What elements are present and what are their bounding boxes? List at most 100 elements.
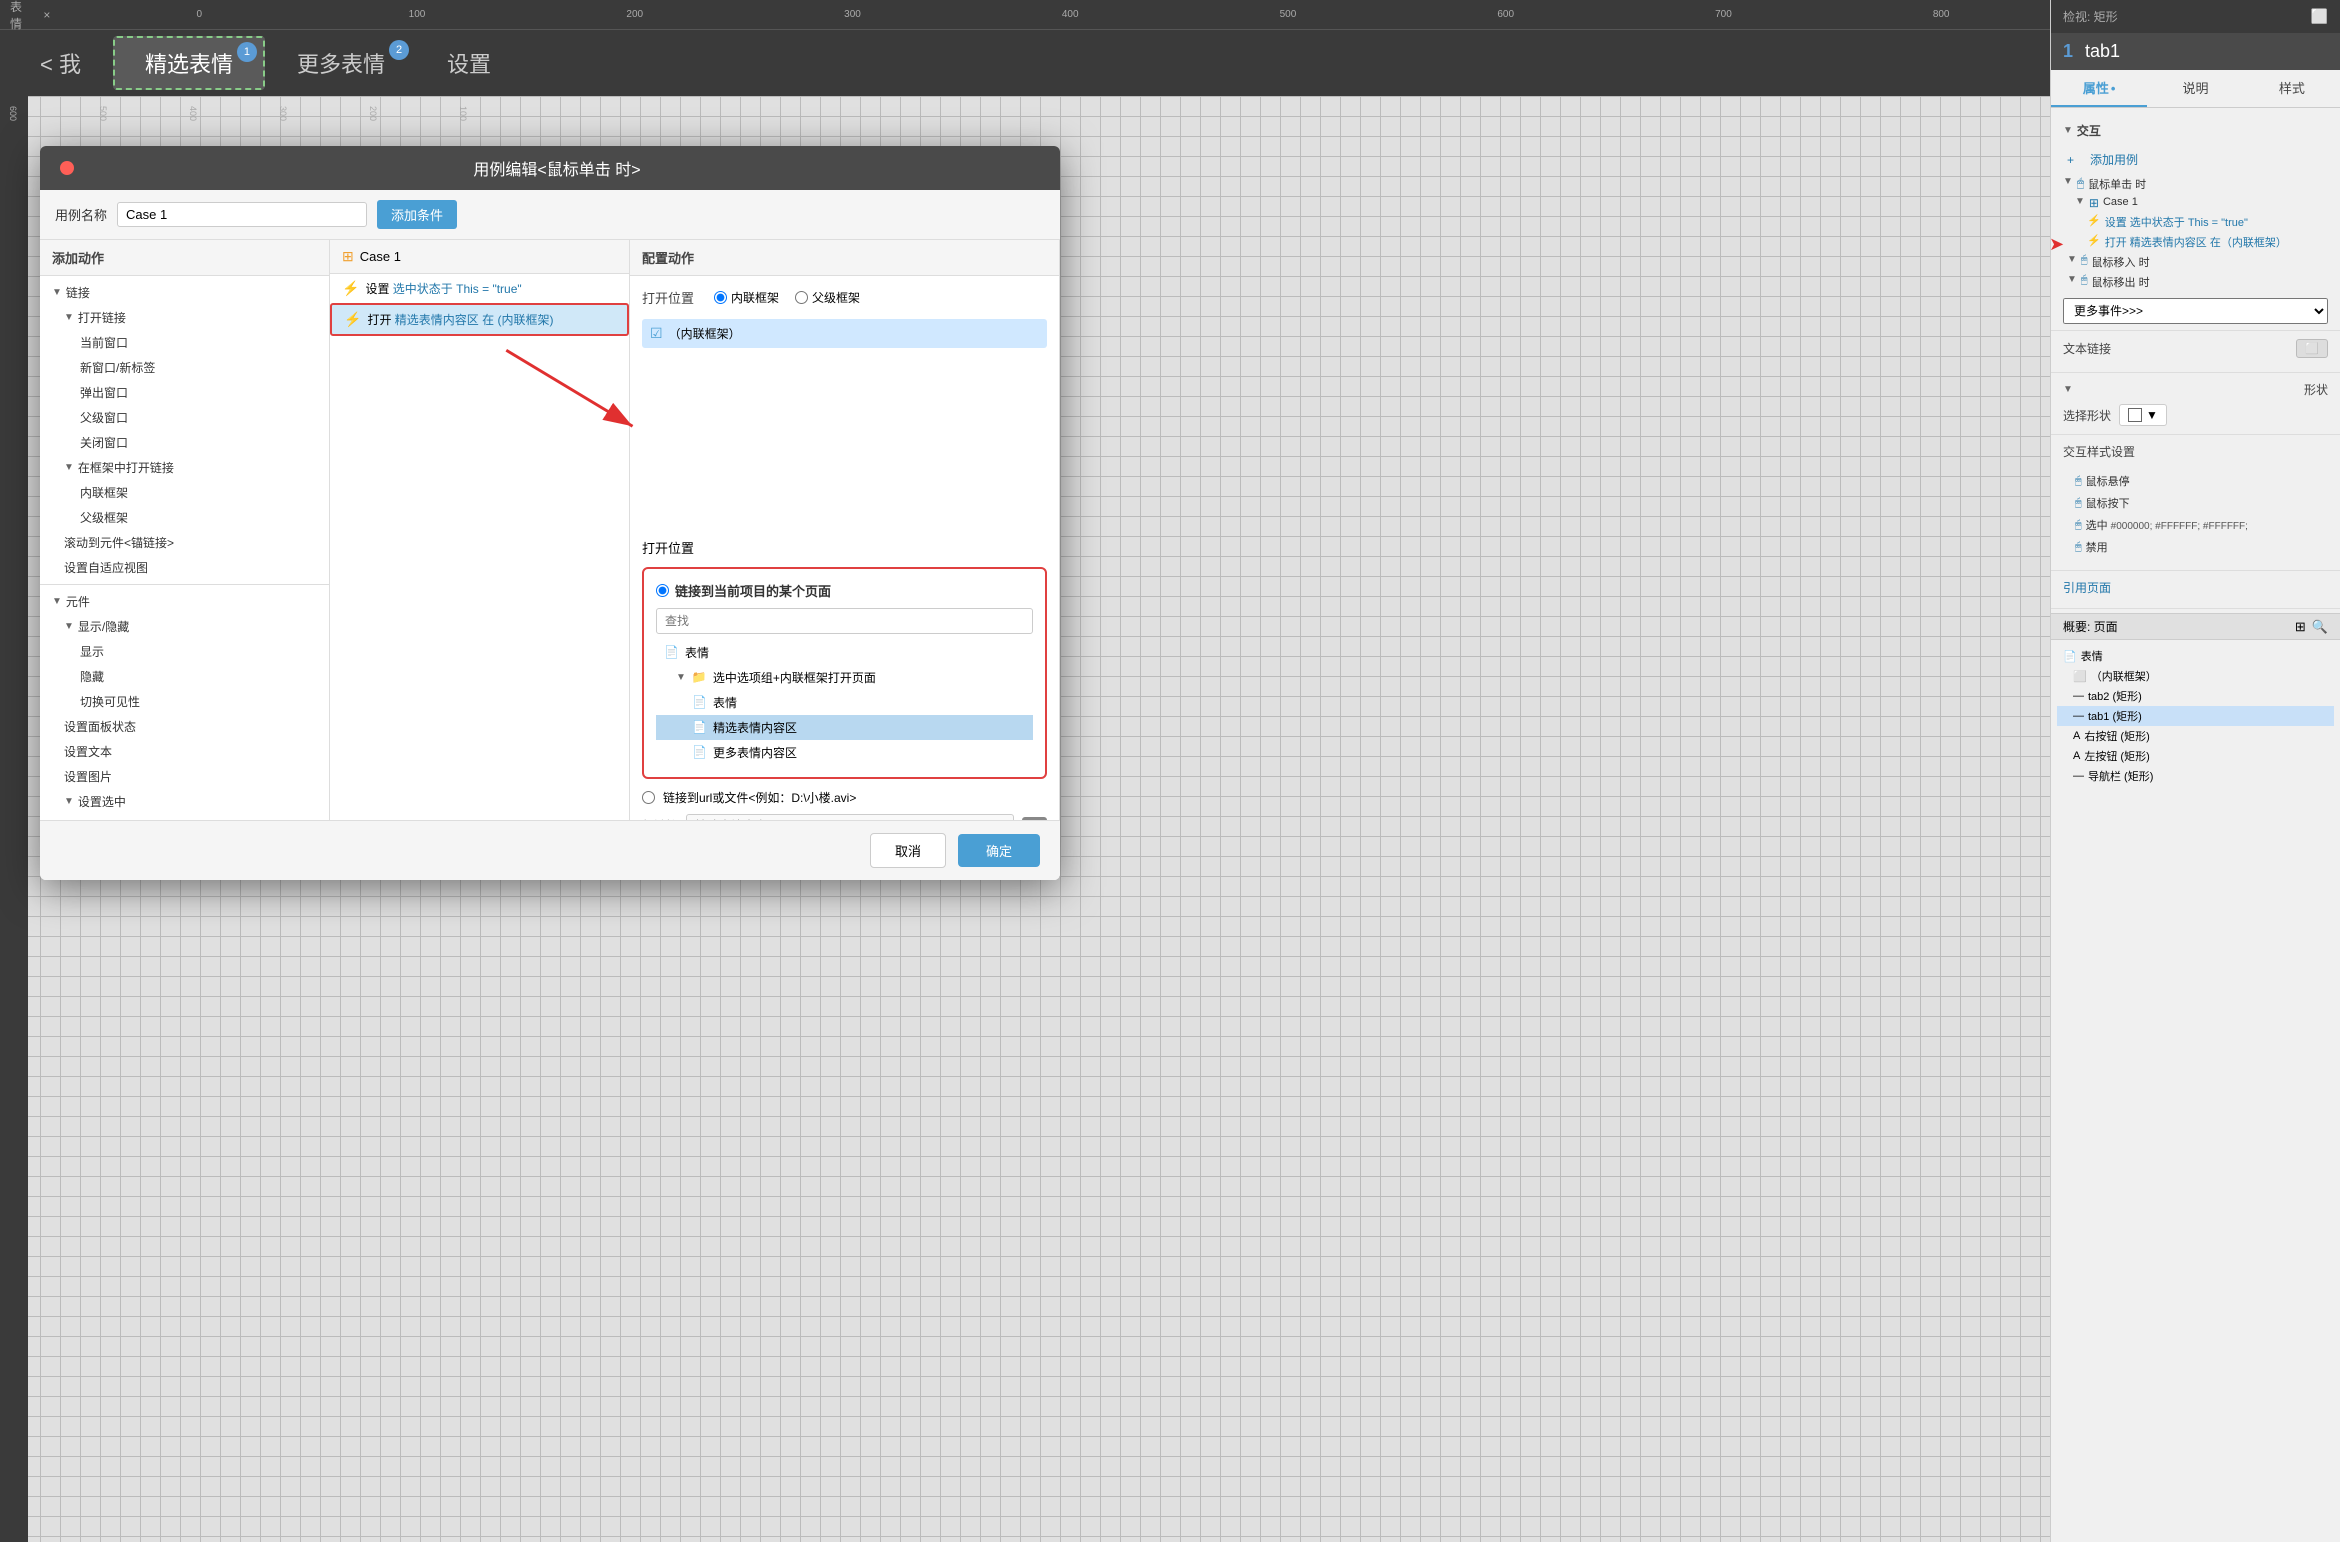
tab-shezhi[interactable]: 设置 [417, 36, 521, 90]
config-content: 打开位置 内联框架 父级框架 [630, 276, 1059, 820]
tree-scroll-anchor[interactable]: 滚动到元件<锚链接> [40, 530, 329, 555]
style-selected[interactable]: 🖱 选中 #000000; #FFFFFF; #FFFFFF; [2075, 514, 2316, 536]
btree-biaojing[interactable]: 📄 表情 [2057, 646, 2334, 666]
btree-left-btn[interactable]: A 左按钮 (矩形) [2057, 746, 2334, 766]
usecase-input[interactable] [117, 202, 367, 227]
tree-parent-frame[interactable]: 父级框架 [40, 505, 329, 530]
fx-button[interactable]: fx [1022, 817, 1047, 820]
modal-close-btn[interactable] [60, 161, 74, 175]
file-icon-4: 📄 [692, 745, 707, 759]
int-action-open[interactable]: ➤ ⚡ 打开 精选表情内容区 在（内联框架） [2059, 232, 2332, 252]
btree-navbar[interactable]: — 导航栏 (矩形) [2057, 766, 2334, 786]
btree-tab2[interactable]: — tab2 (矩形) [2057, 686, 2334, 706]
tree-hide[interactable]: 隐藏 [40, 664, 329, 689]
style-mousedown-label: 鼠标按下 [2086, 495, 2130, 511]
file-jingxuan-selected[interactable]: 📄 精选表情内容区 [656, 715, 1033, 740]
mouse-click-label: 鼠标单击 时 [2088, 176, 2146, 192]
confirm-button[interactable]: 确定 [958, 834, 1040, 867]
int-action-set[interactable]: ⚡ 设置 选中状态于 This = "true" [2059, 212, 2332, 232]
style-disabled[interactable]: 🖱 禁用 [2075, 536, 2316, 558]
tree-close-window[interactable]: 关闭窗口 [40, 430, 329, 455]
text-link-toggle[interactable]: ⬜ [2296, 339, 2328, 358]
filter-icon[interactable]: ⊞ [2295, 619, 2306, 635]
file-icon-3: 📄 [692, 720, 707, 734]
right-top-bar: 检视: 矩形 ⬜ [2051, 0, 2340, 33]
int-mouse-leave[interactable]: ▼ 🖱 鼠标移出 时 [2059, 272, 2332, 292]
style-hover[interactable]: 🖱 鼠标悬停 [2075, 470, 2316, 492]
tree-set-panel-state[interactable]: 设置面板状态 [40, 714, 329, 739]
tree-show-hide[interactable]: ▼ 显示/隐藏 [40, 614, 329, 639]
tree-popup[interactable]: 弹出窗口 [40, 380, 329, 405]
file-biaojing[interactable]: 📄 表情 [656, 640, 1033, 665]
tab-back[interactable]: < 我 [10, 36, 111, 90]
file-search-input[interactable] [656, 608, 1033, 634]
interaction-section-header: ▼ 交互 [2051, 116, 2340, 145]
lightning-icon-right: ⚡ [2087, 214, 2101, 227]
tree-open-in-frame[interactable]: ▼ 在框架中打开链接 [40, 455, 329, 480]
tree-set-text[interactable]: 设置文本 [40, 739, 329, 764]
shape-toggle-icon[interactable]: ▼ [2063, 384, 2073, 395]
btree-right-btn[interactable]: A 右按钮 (矩形) [2057, 726, 2334, 746]
right-tabs: 属性• 说明 样式 [2051, 70, 2340, 108]
modal-footer: 取消 确定 [40, 820, 1060, 880]
text-icon-2: A [2073, 750, 2080, 762]
action-open-label: 打开 精选表情内容区 在（内联框架） [2105, 234, 2287, 250]
shape-selector[interactable]: ▼ [2119, 404, 2167, 426]
panel-close[interactable]: × [43, 8, 50, 22]
tree-show[interactable]: 显示 [40, 639, 329, 664]
tab-dot: • [2111, 81, 2116, 96]
open-pos-label: 打开位置 [642, 288, 702, 307]
btree-inline-frame[interactable]: ⬜ （内联框架） [2057, 666, 2334, 686]
ref-page-link[interactable]: 引用页面 [2063, 581, 2111, 595]
btree-tab1[interactable]: — tab1 (矩形) [2057, 706, 2334, 726]
tab-jingxuan[interactable]: 1 精选表情 [113, 36, 265, 90]
tree-set-selected[interactable]: ▼ 设置选中 [40, 789, 329, 814]
tab-style[interactable]: 样式 [2244, 70, 2340, 107]
add-condition-btn[interactable]: 添加条件 [377, 200, 457, 229]
hyperlink-input[interactable] [686, 814, 1014, 820]
tree-link[interactable]: ▼ 链接 [40, 280, 329, 305]
tree-open-link[interactable]: ▼ 打开链接 [40, 305, 329, 330]
case1-label: Case 1 [2103, 196, 2138, 208]
tree-toggle-visible[interactable]: 切换可见性 [40, 689, 329, 714]
tree-inline-frame[interactable]: 内联框架 [40, 480, 329, 505]
add-usecase-link[interactable]: 添加用例 [2078, 149, 2150, 170]
section-toggle-icon[interactable]: ▼ [2063, 125, 2073, 136]
int-mouse-enter[interactable]: ▼ 🖱 鼠标移入 时 [2059, 252, 2332, 272]
radio-parent-frame-input[interactable] [795, 291, 808, 304]
bottom-title-row: 概要: 页面 [2063, 618, 2118, 635]
tab-description[interactable]: 说明 [2147, 70, 2243, 107]
radio-inline-frame[interactable]: 内联框架 [714, 289, 779, 306]
more-events-select[interactable]: 更多事件>>> [2063, 298, 2328, 324]
style-mousedown[interactable]: 🖱 鼠标按下 [2075, 492, 2316, 514]
tree-set-image[interactable]: 设置图片 [40, 764, 329, 789]
arrow-down-icon: ▼ [64, 796, 74, 807]
tree-parent-window[interactable]: 父级窗口 [40, 405, 329, 430]
tab-properties[interactable]: 属性• [2051, 70, 2147, 107]
tree-new-window[interactable]: 新窗口/新标签 [40, 355, 329, 380]
tree-adaptive-view[interactable]: 设置自适应视图 [40, 555, 329, 580]
tree-current-window[interactable]: 当前窗口 [40, 330, 329, 355]
int-case1[interactable]: ▼ ⊞ Case 1 [2059, 194, 2332, 212]
action-text-green: 选中状态于 This = "true" [393, 282, 522, 296]
right-panel-expand[interactable]: ⬜ [2311, 8, 2328, 25]
cancel-button[interactable]: 取消 [870, 833, 946, 868]
search-icon[interactable]: 🔍 [2312, 619, 2328, 635]
file-gengduo[interactable]: 📄 更多表情内容区 [656, 740, 1033, 765]
radio-url[interactable] [642, 791, 655, 804]
checkbox-inline-frame[interactable]: ☑ （内联框架） [642, 319, 1047, 348]
radio-inline-frame-input[interactable] [714, 291, 727, 304]
file-folder[interactable]: ▼ 📁 选中选项组+内联框架打开页面 [656, 665, 1033, 690]
radio-current-project[interactable] [656, 584, 669, 597]
panel-tab-name: tab1 [2085, 41, 2120, 62]
interaction-tree: ▼ 🖱 鼠标单击 时 ▼ ⊞ Case 1 ⚡ 设置 选中状态于 This = … [2051, 174, 2340, 292]
int-mouse-click[interactable]: ▼ 🖱 鼠标单击 时 [2059, 174, 2332, 194]
ruler-700: 700 [1615, 9, 1833, 20]
action-open-frame[interactable]: ⚡ 打开 精选表情内容区 在 (内联框架) [330, 303, 629, 336]
tab-gengduo[interactable]: 2 更多表情 [267, 36, 415, 90]
action-set-selected[interactable]: ⚡ 设置 选中状态于 This = "true" [330, 274, 629, 303]
tree-element[interactable]: ▼ 元件 [40, 589, 329, 614]
file-biaojing2[interactable]: 📄 表情 [656, 690, 1033, 715]
radio-parent-frame[interactable]: 父级框架 [795, 289, 860, 306]
style-mousedown-icon: 🖱 [2075, 497, 2082, 510]
